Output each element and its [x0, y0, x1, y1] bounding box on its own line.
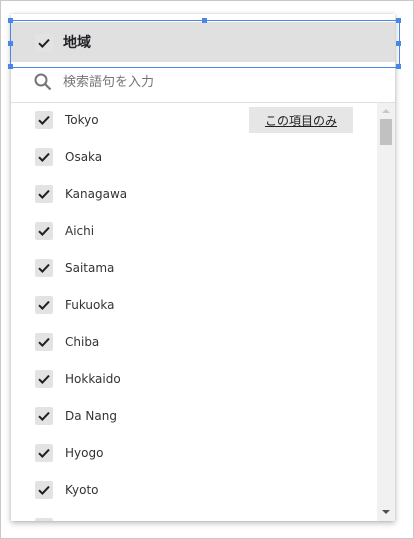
- list-item[interactable]: Da Nang: [11, 399, 377, 436]
- check-icon: [38, 226, 50, 237]
- check-icon: [38, 448, 50, 459]
- item-checkbox[interactable]: [35, 259, 53, 277]
- item-checkbox[interactable]: [35, 370, 53, 388]
- select-all-checkbox[interactable]: [35, 34, 53, 52]
- list-item[interactable]: Hokkaido: [11, 362, 377, 399]
- filter-title: 地域: [63, 35, 91, 51]
- check-icon: [38, 115, 50, 126]
- check-icon: [38, 485, 50, 496]
- item-checkbox[interactable]: [35, 296, 53, 314]
- scroll-down-arrow-icon[interactable]: [381, 508, 391, 516]
- check-icon: [35, 518, 53, 521]
- list-item[interactable]: Kyoto: [11, 473, 377, 510]
- item-checkbox[interactable]: [35, 518, 53, 521]
- scrollbar[interactable]: [377, 103, 395, 521]
- search-input[interactable]: [63, 72, 363, 92]
- item-checkbox[interactable]: [35, 222, 53, 240]
- list-item[interactable]: Fukuoka: [11, 288, 377, 325]
- check-icon: [38, 337, 50, 348]
- item-label: Hokkaido: [65, 372, 121, 386]
- item-checkbox[interactable]: [35, 407, 53, 425]
- item-label: Aichi: [65, 224, 95, 238]
- item-label: Hyogo: [65, 446, 104, 460]
- list-item[interactable]: Chiba: [11, 325, 377, 362]
- item-label: Da Nang: [65, 409, 117, 423]
- item-checkbox[interactable]: [35, 444, 53, 462]
- check-icon: [38, 263, 50, 274]
- item-label: Osaka: [65, 150, 103, 164]
- item-label: Tokyo: [65, 113, 99, 127]
- item-checkbox[interactable]: [35, 185, 53, 203]
- item-checkbox[interactable]: [35, 111, 53, 129]
- item-label: Fukuoka: [65, 298, 115, 312]
- item-checkbox[interactable]: [35, 333, 53, 351]
- item-checkbox[interactable]: [35, 148, 53, 166]
- scroll-up-arrow-icon[interactable]: [381, 107, 391, 115]
- list-item[interactable]: Saitama: [11, 251, 377, 288]
- option-list: Tokyo Osaka Kanagawa Aichi Saitama Fukuoka Chi…: [11, 103, 377, 521]
- item-label: Kyoto: [65, 483, 99, 497]
- item-label: Kanagawa: [65, 187, 128, 201]
- list-item[interactable]: Aichi: [11, 214, 377, 251]
- check-icon: [38, 189, 50, 200]
- search-row: [11, 62, 395, 103]
- check-icon: [38, 374, 50, 385]
- region-filter-dropdown: 地域 Tokyo Osaka Kanagawa Aichi Saitama Fukuoka…: [11, 14, 395, 521]
- check-icon: [38, 152, 50, 163]
- check-icon: [38, 300, 50, 311]
- item-checkbox[interactable]: [35, 481, 53, 499]
- list-item[interactable]: Kanagawa: [11, 177, 377, 214]
- only-this-item-button[interactable]: この項目のみ: [249, 107, 353, 133]
- filter-header[interactable]: 地域: [11, 22, 395, 62]
- check-icon: [38, 38, 50, 49]
- item-label: Saitama: [65, 261, 115, 275]
- list-item[interactable]: Hyogo: [11, 436, 377, 473]
- item-label: Chiba: [65, 335, 100, 349]
- search-icon: [33, 72, 53, 96]
- scrollbar-thumb[interactable]: [380, 119, 392, 145]
- check-icon: [38, 411, 50, 422]
- list-item[interactable]: [11, 510, 377, 521]
- list-item[interactable]: Osaka: [11, 140, 377, 177]
